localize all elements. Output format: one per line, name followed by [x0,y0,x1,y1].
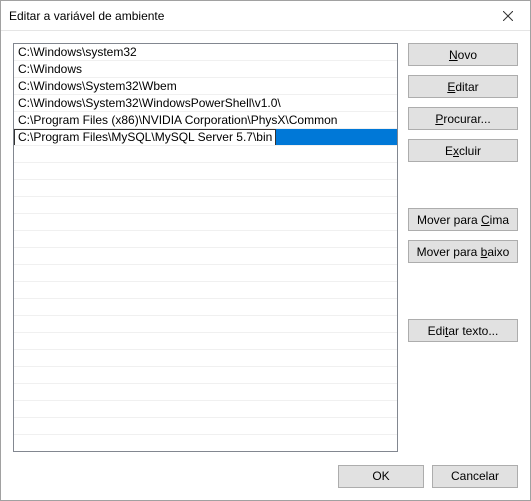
list-item-empty[interactable] [14,401,397,418]
close-button[interactable] [485,1,530,30]
list-item-empty[interactable] [14,282,397,299]
list-item-selected[interactable]: C:\Program Files\MySQL\MySQL Server 5.7\… [14,129,397,146]
list-item-empty[interactable] [14,180,397,197]
list-item-empty[interactable] [14,299,397,316]
dialog-window: Editar a variável de ambiente C:\Windows… [0,0,531,501]
list-item-empty[interactable] [14,418,397,435]
list-item-empty[interactable] [14,197,397,214]
edit-text-button[interactable]: Editar texto... [408,319,518,342]
list-inner: C:\Windows\system32 C:\Windows C:\Window… [14,44,397,435]
list-item-empty[interactable] [14,231,397,248]
delete-button[interactable]: Excluir [408,139,518,162]
list-item[interactable]: C:\Windows\system32 [14,44,397,61]
list-item[interactable]: C:\Windows\System32\WindowsPowerShell\v1… [14,95,397,112]
list-item-empty[interactable] [14,367,397,384]
new-button[interactable]: Novo [408,43,518,66]
side-buttons: Novo Editar Procurar... Excluir Mover pa… [408,43,518,452]
content-area: C:\Windows\system32 C:\Windows C:\Window… [1,31,530,452]
list-item-empty[interactable] [14,265,397,282]
list-item-empty[interactable] [14,350,397,367]
list-item[interactable]: C:\Windows [14,61,397,78]
list-item-empty[interactable] [14,163,397,180]
cancel-button[interactable]: Cancelar [432,465,518,488]
window-title: Editar a variável de ambiente [9,9,164,23]
spacer [408,171,518,199]
inline-edit-input[interactable]: C:\Program Files\MySQL\MySQL Server 5.7\… [14,129,276,146]
edit-button[interactable]: Editar [408,75,518,98]
list-item-empty[interactable] [14,384,397,401]
footer: OK Cancelar [1,452,530,500]
move-up-button[interactable]: Mover para Cima [408,208,518,231]
move-down-button[interactable]: Mover para baixo [408,240,518,263]
list-item-empty[interactable] [14,333,397,350]
list-item-empty[interactable] [14,146,397,163]
ok-button[interactable]: OK [338,465,424,488]
browse-button[interactable]: Procurar... [408,107,518,130]
list-item[interactable]: C:\Windows\System32\Wbem [14,78,397,95]
close-icon [503,11,513,21]
path-listbox[interactable]: C:\Windows\system32 C:\Windows C:\Window… [13,43,398,452]
list-item-empty[interactable] [14,214,397,231]
list-item[interactable]: C:\Program Files (x86)\NVIDIA Corporatio… [14,112,397,129]
list-item-empty[interactable] [14,248,397,265]
spacer [408,272,518,310]
titlebar: Editar a variável de ambiente [1,1,530,31]
list-item-empty[interactable] [14,316,397,333]
